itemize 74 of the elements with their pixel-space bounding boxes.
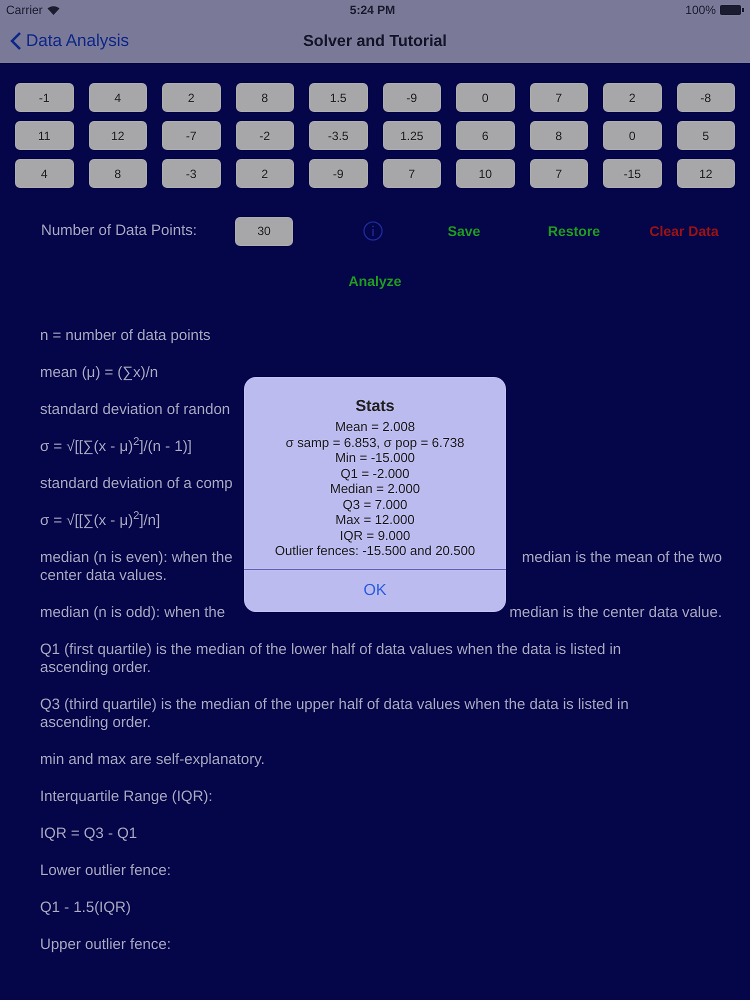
tutorial-text: center data values.	[40, 567, 167, 585]
stats-line: σ samp = 6.853, σ pop = 6.738	[286, 434, 464, 450]
data-value-field[interactable]: 8	[88, 159, 147, 188]
tutorial-text: Q3 (third quartile) is the median of the upper half of data values when the data is listed in	[40, 696, 629, 714]
data-value-field[interactable]: 7	[530, 159, 588, 188]
stats-line: Q3 = 7.000	[342, 496, 408, 512]
data-value-field[interactable]: 0	[603, 121, 662, 150]
tutorial-text: Interquartile Range (IQR):	[40, 788, 213, 806]
data-value-field[interactable]: 0	[456, 83, 514, 112]
data-value-field[interactable]: 2	[162, 83, 220, 112]
dialog-title: Stats	[355, 397, 395, 417]
data-value-field[interactable]: 11	[15, 121, 74, 150]
action-button[interactable]: Restore	[519, 220, 629, 242]
tutorial-text: IQR = Q3 - Q1	[40, 825, 138, 843]
tutorial-text: Q1 (first quartile) is the median of the lower half of data values when the data is listed in	[40, 641, 622, 659]
data-value-field[interactable]: -15	[603, 159, 662, 188]
data-value-field[interactable]: 8	[236, 83, 294, 112]
battery-label: 100%	[685, 2, 716, 19]
tutorial-text: ascending order.	[40, 659, 151, 677]
stats-line: Q1 = -2.000	[340, 466, 410, 481]
data-value-field[interactable]: -7	[162, 121, 220, 150]
data-value-field[interactable]: 6	[456, 121, 514, 150]
stats-line: Outlier fences: -15.500 and 20.500	[274, 543, 476, 558]
info-icon[interactable]	[363, 221, 383, 241]
tutorial-text: min and max are self-explanatory.	[40, 751, 265, 769]
tutorial-text: ascending order.	[40, 714, 151, 732]
tutorial-text: median (n is even): when the	[40, 549, 233, 567]
screen-title: Solver and Tutorial	[303, 32, 447, 52]
data-points-field[interactable]: 30	[235, 216, 293, 246]
data-value-field[interactable]: 2	[603, 83, 662, 112]
tutorial-text: σ = √[[∑(x - μ)$^{2}$]/(n - 1)]	[40, 438, 192, 456]
tutorial-text: Upper outlier fence:	[40, 936, 171, 954]
data-value-field[interactable]: 10	[456, 159, 514, 188]
data-value-field[interactable]: -2	[236, 121, 294, 150]
chevron-left-icon	[10, 30, 22, 51]
data-value-field[interactable]: 5	[676, 121, 735, 150]
data-value-field[interactable]: -8	[676, 83, 735, 112]
tutorial-text: Lower outlier fence:	[40, 862, 171, 880]
stats-line: Median = 2.000	[330, 481, 420, 496]
data-value-field[interactable]: 7	[382, 159, 441, 188]
data-value-field[interactable]: 1.5	[309, 83, 368, 112]
data-value-field[interactable]: 7	[530, 83, 588, 112]
data-value-field[interactable]: -9	[309, 159, 368, 188]
action-button[interactable]: Save	[409, 220, 519, 242]
data-value-field[interactable]: -1	[15, 83, 74, 112]
tutorial-text: Q1 - 1.5(IQR)	[40, 899, 131, 917]
data-value-field[interactable]: -3	[162, 159, 220, 188]
status-time: 5:24 PM	[350, 2, 396, 19]
data-value-field[interactable]: 8	[530, 121, 588, 150]
data-value-field[interactable]: 2	[236, 159, 294, 188]
stats-line: IQR = 9.000	[340, 528, 410, 543]
data-value-field[interactable]: 4	[88, 83, 147, 112]
data-value-field[interactable]: 4	[15, 159, 74, 188]
tutorial-text: mean (μ) = (∑x)/n	[40, 364, 158, 382]
stats-line: Mean = 2.008	[335, 419, 415, 434]
data-value-field[interactable]: 1.25	[382, 121, 441, 150]
tutorial-text: σ = √[[∑(x - μ)$^{2}$]/n]	[40, 512, 160, 530]
stats-line: Min = -15.000	[335, 450, 415, 466]
data-points-label: Number of Data Points:	[41, 220, 198, 241]
tutorial-text: standard deviation of a comp	[40, 475, 233, 493]
data-value-field[interactable]: -9	[382, 83, 441, 112]
tutorial-text: median (n is odd): when the	[40, 604, 226, 622]
wifi-icon	[46, 5, 60, 15]
tutorial-text: n = number of data points	[40, 327, 211, 345]
tutorial-text: median is the center data value.	[509, 604, 722, 622]
data-value-field[interactable]: 12	[676, 159, 735, 188]
tutorial-text: median is the mean of the two	[522, 549, 722, 567]
analyze-button[interactable]: Analyze	[348, 271, 402, 292]
battery-icon	[720, 5, 744, 15]
data-value-field[interactable]: -3.5	[309, 121, 368, 150]
tutorial-text: standard deviation of randon	[40, 401, 230, 419]
carrier-label: Carrier	[6, 2, 43, 19]
data-value-field[interactable]: 12	[88, 121, 147, 150]
stats-line: Max = 12.000	[335, 512, 415, 528]
